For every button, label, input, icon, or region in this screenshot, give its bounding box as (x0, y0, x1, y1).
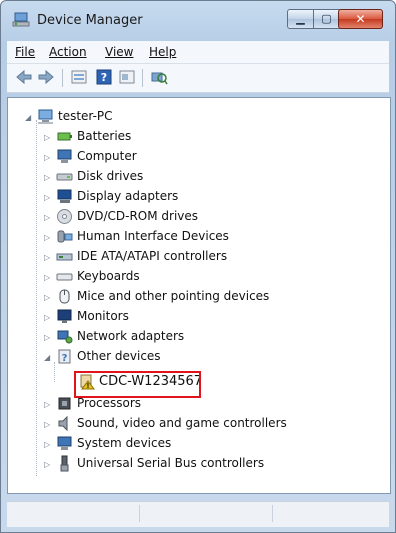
processor-icon (58, 397, 71, 410)
status-bar (7, 501, 389, 527)
tree-item-batteries[interactable]: ▷ Batteries (44, 127, 344, 147)
back-arrow-icon[interactable] (15, 69, 33, 85)
computer-icon (38, 109, 53, 124)
tree-item-usb-controllers[interactable]: ▷ Universal Serial Bus controllers (44, 454, 374, 474)
dvd-drive-icon (57, 209, 72, 224)
computer-icon (57, 149, 72, 163)
tree-item-dvd-cd-rom-drives[interactable]: ▷ DVD/CD-ROM drives (44, 207, 344, 227)
help-icon[interactable]: ? (95, 69, 113, 85)
speaker-icon (58, 415, 68, 432)
tree-item-network-adapters[interactable]: ▷ Network adapters (44, 327, 344, 347)
device-tree[interactable]: ◢ tester-PC ▷ Batteries ▷ Computer ▷ Dis… (7, 97, 391, 494)
ide-controller-icon (56, 253, 73, 261)
battery-icon (57, 132, 72, 141)
status-cell (140, 505, 273, 522)
expand-arrow-icon[interactable]: ▷ (44, 153, 50, 162)
system-devices-icon (57, 436, 72, 450)
minimize-icon: ▁ (296, 12, 305, 25)
device-manager-icon (12, 12, 30, 27)
tree-root-tester-pc[interactable]: ◢ tester-PC (25, 107, 225, 127)
expand-arrow-icon[interactable]: ▷ (44, 313, 50, 322)
forward-arrow-icon[interactable] (37, 69, 55, 85)
tree-item-sound-video-game-controllers[interactable]: ▷ Sound, video and game controllers (44, 414, 374, 434)
tree-root-label: tester-PC (58, 109, 113, 123)
collapse-arrow-icon[interactable]: ◢ (44, 353, 50, 362)
status-cell (7, 505, 140, 522)
expand-arrow-icon[interactable]: ▷ (44, 253, 50, 262)
scan-hardware-icon[interactable] (150, 69, 168, 85)
tree-item-monitors[interactable]: ▷ Monitors (44, 307, 344, 327)
tree-item-keyboards[interactable]: ▷ Keyboards (44, 267, 344, 287)
show-hidden-icon[interactable] (118, 69, 136, 85)
tree-item-disk-drives[interactable]: ▷ Disk drives (44, 167, 344, 187)
device-manager-window: Device Manager ▁ ▢ ✕ File Action View He… (0, 0, 396, 533)
toolbar-separator (142, 69, 143, 87)
other-devices-icon: ? (58, 349, 71, 364)
tree-guide-line (36, 120, 37, 476)
expand-arrow-icon[interactable]: ▷ (44, 233, 50, 242)
expand-arrow-icon[interactable]: ▷ (44, 400, 50, 409)
tree-item-mice[interactable]: ▷ Mice and other pointing devices (44, 287, 344, 307)
keyboard-icon (56, 273, 73, 281)
menu-view[interactable]: View (105, 45, 133, 59)
svg-text:?: ? (101, 71, 107, 84)
tree-item-ide-ata-atapi-controllers[interactable]: ▷ IDE ATA/ATAPI controllers (44, 247, 344, 267)
expand-arrow-icon[interactable]: ▷ (44, 173, 50, 182)
mouse-icon (59, 289, 70, 304)
tree-item-other-devices[interactable]: ◢ ? Other devices (44, 347, 344, 367)
close-icon: ✕ (355, 12, 366, 26)
properties-icon[interactable] (70, 69, 88, 85)
menu-bar: File Action View Help (7, 41, 389, 64)
tree-item-system-devices[interactable]: ▷ System devices (44, 434, 344, 454)
tree-item-computer[interactable]: ▷ Computer (44, 147, 344, 167)
menu-action[interactable]: Action (49, 45, 87, 59)
expand-arrow-icon[interactable]: ▷ (44, 333, 50, 342)
maximize-icon: ▢ (321, 12, 332, 25)
svg-text:?: ? (62, 353, 68, 364)
tree-item-human-interface-devices[interactable]: ▷ Human Interface Devices (44, 227, 344, 247)
expand-arrow-icon[interactable]: ▷ (44, 213, 50, 222)
expand-arrow-icon[interactable]: ▷ (44, 193, 50, 202)
title-bar[interactable]: Device Manager ▁ ▢ ✕ (1, 1, 395, 35)
close-button[interactable]: ✕ (338, 9, 383, 29)
hid-icon (57, 230, 73, 243)
tree-item-display-adapters[interactable]: ▷ Display adapters (44, 187, 344, 207)
expand-arrow-icon[interactable]: ▷ (44, 273, 50, 282)
usb-icon (60, 455, 69, 472)
toolbar: ? (7, 64, 389, 93)
menu-help[interactable]: Help (149, 45, 176, 59)
monitor-icon (57, 309, 72, 323)
maximize-button[interactable]: ▢ (313, 9, 340, 29)
display-adapter-icon (57, 189, 72, 203)
collapse-arrow-icon[interactable]: ◢ (25, 113, 31, 122)
expand-arrow-icon[interactable]: ▷ (44, 293, 50, 302)
tree-item-processors[interactable]: ▷ Processors (44, 394, 344, 414)
expand-arrow-icon[interactable]: ▷ (44, 460, 50, 469)
disk-drive-icon (56, 173, 73, 181)
minimize-button[interactable]: ▁ (287, 9, 314, 29)
menu-file[interactable]: File (15, 45, 35, 59)
expand-arrow-icon[interactable]: ▷ (44, 440, 50, 449)
toolbar-separator (62, 69, 63, 87)
window-title: Device Manager (37, 13, 143, 28)
expand-arrow-icon[interactable]: ▷ (44, 420, 50, 429)
network-adapter-icon (57, 330, 73, 344)
expand-arrow-icon[interactable]: ▷ (44, 133, 50, 142)
